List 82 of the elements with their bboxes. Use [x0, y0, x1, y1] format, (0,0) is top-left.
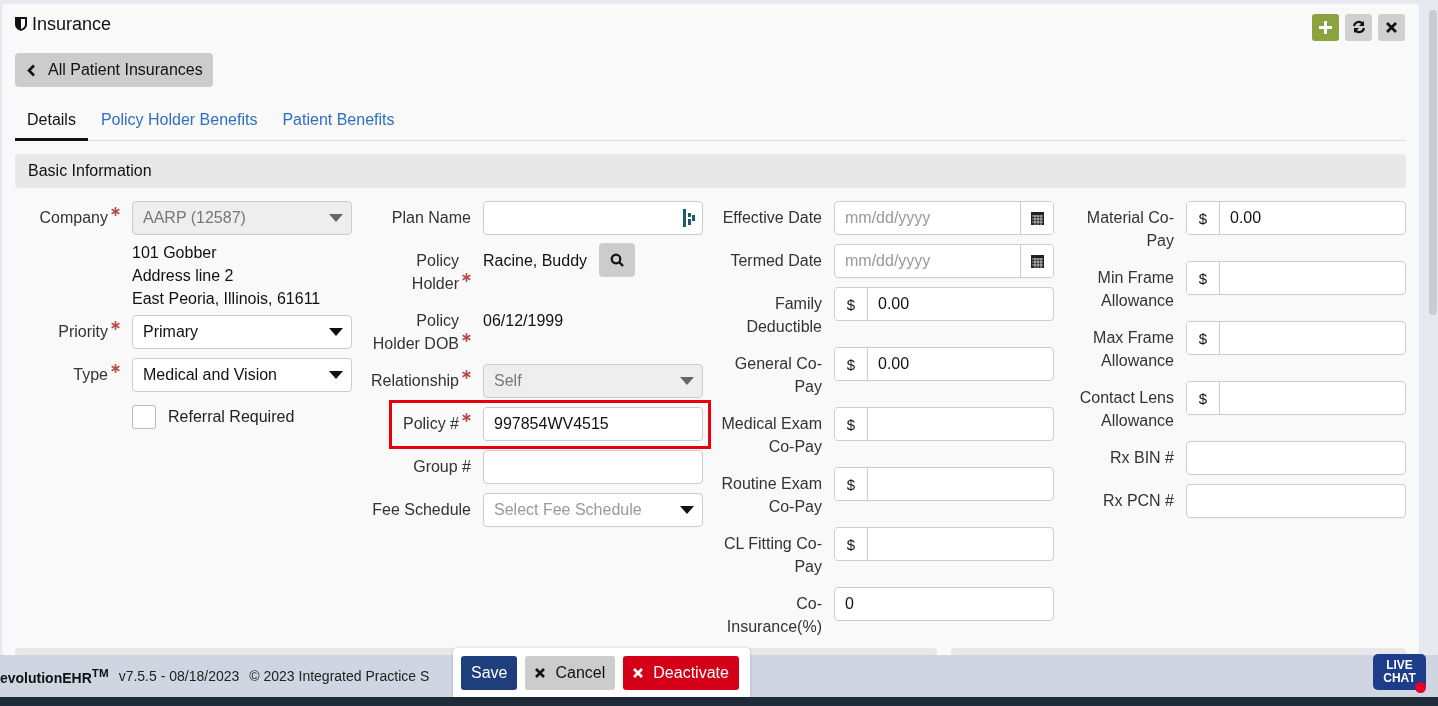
calendar-icon	[1030, 211, 1044, 225]
tab[interactable]: Policy Holder Benefits	[88, 103, 270, 141]
cancel-button[interactable]: Cancel	[525, 655, 616, 690]
field-label: Fee Schedule	[372, 500, 471, 520]
plan-name-field[interactable]	[483, 201, 703, 235]
caret-icon	[329, 214, 343, 222]
currency-field[interactable]: $ 0.00	[834, 347, 1054, 381]
currency-field[interactable]: $	[1186, 261, 1406, 295]
currency-field[interactable]: $	[1186, 321, 1406, 355]
field-label: Min Frame Allowance	[1096, 268, 1174, 311]
add-button[interactable]	[1312, 13, 1339, 41]
field-value: Racine, Buddy	[483, 251, 588, 271]
caret-icon	[329, 371, 343, 379]
product-name: evolutionEHR$^{TM}$	[0, 666, 109, 686]
close-icon	[633, 667, 644, 678]
address-line: Address line 2	[132, 266, 235, 286]
field-value: 06/12/1999	[483, 311, 564, 331]
copyright-text: © 2023 Integrated Practice S	[249, 668, 430, 684]
field-label: CL Fitting Co-Pay	[722, 534, 822, 577]
caret-icon	[329, 328, 343, 336]
field-label: Policy Holder DOB	[371, 311, 459, 354]
back-button[interactable]: All Patient Insurances	[15, 53, 213, 87]
input-field[interactable]	[483, 450, 703, 484]
shield-icon	[15, 17, 27, 31]
panel-title: Insurance	[32, 13, 112, 35]
tab[interactable]: Details	[15, 103, 88, 141]
input-field[interactable]: 997854WV4515	[483, 407, 703, 441]
checkbox[interactable]	[132, 405, 156, 429]
select-field[interactable]: Primary	[132, 315, 352, 349]
currency-field[interactable]: $	[834, 407, 1054, 441]
field-label: Policy Holder	[410, 251, 459, 294]
address-line: East Peoria, Illinois, 61611	[132, 289, 322, 309]
currency-field[interactable]: $	[834, 467, 1054, 501]
save-button[interactable]: Save	[461, 655, 518, 690]
currency-field[interactable]: $	[834, 527, 1054, 561]
input-field[interactable]	[1186, 441, 1406, 475]
currency-field[interactable]: $ 0.00	[834, 287, 1054, 321]
field-label: General Co-Pay	[733, 354, 822, 397]
field-label: Co-Insurance(%)	[725, 594, 822, 637]
field-label: Family Deductible	[745, 294, 822, 337]
calendar-icon	[1030, 254, 1044, 268]
search-icon	[610, 253, 625, 267]
field-label: Max Frame Allowance	[1092, 328, 1174, 371]
caret-icon	[680, 377, 694, 385]
select-field[interactable]: Medical and Vision	[132, 358, 352, 392]
plus-icon	[1319, 20, 1332, 34]
version-text: v7.5.5 - 08/18/2023	[118, 668, 240, 684]
field-label: Plan Name	[391, 208, 471, 228]
field-label: Medical Exam Co-Pay	[720, 414, 822, 457]
tab[interactable]: Patient Benefits	[270, 103, 407, 141]
field-label: Material Co-Pay	[1085, 208, 1174, 251]
field-label: Routine Exam Co-Pay	[720, 474, 822, 517]
checkbox-label: Referral Required	[168, 408, 295, 426]
refresh-icon	[1351, 20, 1366, 34]
field-label: Effective Date	[722, 208, 822, 228]
field-label: Relationship	[370, 371, 459, 391]
address-line: 101 Gobber	[132, 243, 218, 263]
field-label: Policy #	[402, 414, 459, 434]
field-label: Termed Date	[730, 251, 822, 271]
field-label: Rx PCN #	[1102, 491, 1174, 511]
input-field[interactable]	[1186, 484, 1406, 518]
deactivate-button[interactable]: Deactivate	[623, 655, 739, 690]
close-icon	[535, 667, 546, 678]
field-label: Group #	[413, 457, 471, 477]
currency-field[interactable]: $	[1186, 381, 1406, 415]
lookup-icon	[683, 209, 695, 227]
search-button[interactable]	[599, 243, 636, 277]
field-label: Contact Lens Allowance	[1078, 388, 1174, 431]
chevron-left-icon	[27, 63, 36, 77]
scrollbar[interactable]	[1429, 10, 1437, 315]
field-label: Type	[73, 365, 108, 385]
field-label: Company	[39, 208, 108, 228]
caret-icon	[680, 506, 694, 514]
section-header: Basic Information	[15, 154, 1406, 188]
refresh-button[interactable]	[1345, 13, 1372, 41]
field-label: Priority	[58, 322, 108, 342]
currency-field[interactable]: $ 0.00	[1186, 201, 1406, 235]
live-chat-button[interactable]: LIVE CHAT	[1373, 654, 1426, 690]
field-label: Rx BIN #	[1110, 448, 1174, 468]
close-icon	[1386, 21, 1397, 33]
input-field[interactable]: 0	[834, 587, 1054, 621]
close-button[interactable]	[1378, 13, 1405, 41]
